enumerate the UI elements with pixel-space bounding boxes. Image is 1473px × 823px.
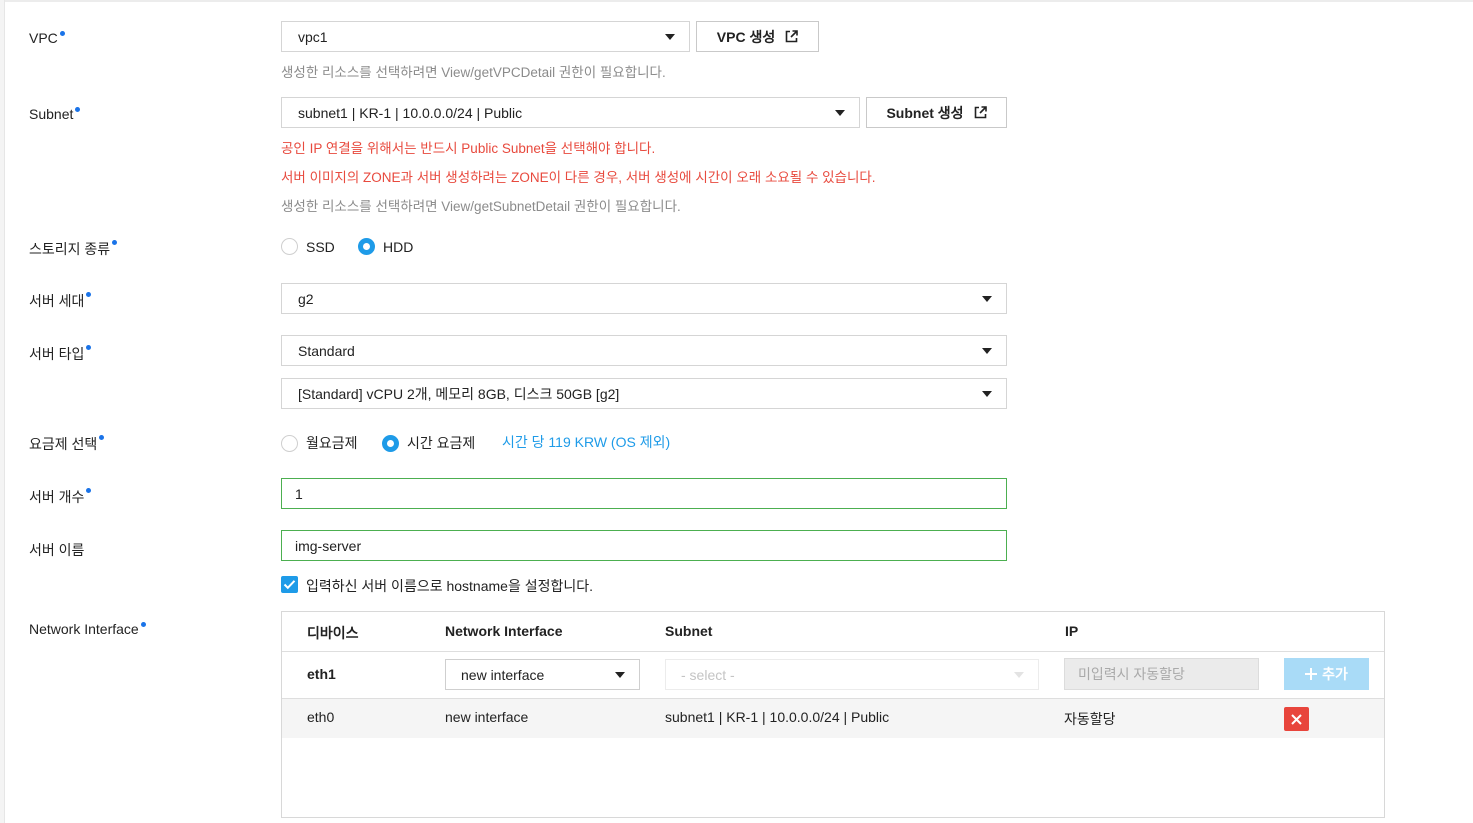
required-dot bbox=[86, 345, 92, 350]
required-dot bbox=[59, 31, 65, 36]
chevron-down-icon bbox=[1014, 672, 1024, 678]
subnet-select-value: subnet1 | KR-1 | 10.0.0.0/24 | Public bbox=[298, 104, 523, 121]
billing-label: 요금제 선택 bbox=[29, 434, 105, 454]
billing-monthly-label: 월요금제 bbox=[306, 435, 358, 451]
required-dot bbox=[86, 488, 92, 493]
subnet-label: Subnet bbox=[29, 106, 81, 122]
vpc-create-button[interactable]: VPC 생성 bbox=[696, 21, 819, 52]
header-subnet: Subnet bbox=[665, 623, 713, 639]
hostname-checkbox[interactable] bbox=[281, 576, 298, 593]
vpc-select[interactable]: vpc1 bbox=[281, 21, 690, 52]
name-label: 서버 이름 bbox=[29, 542, 85, 558]
chevron-down-icon bbox=[982, 348, 992, 354]
storage-option-ssd[interactable]: SSD bbox=[281, 238, 335, 255]
count-label: 서버 개수 bbox=[29, 487, 92, 507]
server-type-label: 서버 타입 bbox=[29, 344, 92, 364]
generation-select-value: g2 bbox=[298, 290, 314, 307]
new-row-device: eth1 bbox=[307, 666, 336, 682]
required-dot bbox=[99, 435, 105, 440]
server-spec-select-value: [Standard] vCPU 2개, 메모리 8GB, 디스크 50GB [g… bbox=[298, 385, 620, 402]
new-row-subnet-placeholder: - select - bbox=[681, 666, 735, 683]
new-row-ip-placeholder: 미입력시 자동할당 bbox=[1078, 666, 1185, 682]
close-icon bbox=[1291, 713, 1302, 725]
radio-monthly[interactable] bbox=[281, 434, 298, 452]
chevron-down-icon bbox=[982, 296, 992, 302]
left-border bbox=[0, 0, 5, 823]
chevron-down-icon bbox=[835, 110, 845, 116]
network-interface-table: 디바이스 Network Interface Subnet IP eth1 ne… bbox=[281, 611, 1385, 818]
plus-icon bbox=[1305, 668, 1318, 680]
radio-ssd[interactable] bbox=[281, 238, 298, 255]
new-row-interface-value: new interface bbox=[461, 666, 545, 683]
vpc-create-label: VPC 생성 bbox=[716, 28, 776, 45]
vpc-help-text: 생성한 리소스를 선택하려면 View/getVPCDetail 권한이 필요합… bbox=[281, 65, 666, 80]
new-row-ip-input[interactable]: 미입력시 자동할당 bbox=[1064, 658, 1259, 690]
hostname-checkbox-label: 입력하신 서버 이름으로 hostname을 설정합니다. bbox=[306, 578, 594, 594]
subnet-select[interactable]: subnet1 | KR-1 | 10.0.0.0/24 | Public bbox=[281, 97, 860, 128]
billing-price: 시간 당 119 KRW (OS 제외) bbox=[502, 434, 671, 450]
top-border bbox=[0, 0, 1473, 2]
external-link-icon bbox=[974, 106, 987, 119]
billing-hourly-label: 시간 요금제 bbox=[407, 435, 476, 451]
generation-label: 서버 세대 bbox=[29, 291, 92, 311]
checkmark-icon bbox=[283, 580, 296, 590]
server-name-value: img-server bbox=[295, 537, 362, 554]
vpc-label: VPC bbox=[29, 30, 65, 46]
external-link-icon bbox=[785, 30, 799, 43]
row-ip: 자동할당 bbox=[1064, 711, 1116, 727]
new-row-interface-select[interactable]: new interface bbox=[445, 659, 640, 690]
header-interface: Network Interface bbox=[445, 623, 563, 639]
header-divider bbox=[282, 651, 1384, 652]
header-ip: IP bbox=[1065, 623, 1079, 639]
server-count-value: 1 bbox=[295, 485, 303, 502]
server-type-select-value: Standard bbox=[298, 342, 355, 359]
subnet-create-label: Subnet 생성 bbox=[886, 104, 964, 121]
radio-hourly[interactable] bbox=[382, 434, 399, 452]
row-interface: new interface bbox=[445, 709, 529, 725]
storage-label: 스토리지 종류 bbox=[29, 239, 118, 259]
subnet-help-text: 생성한 리소스를 선택하려면 View/getSubnetDetail 권한이 … bbox=[281, 199, 681, 214]
required-dot bbox=[86, 292, 92, 297]
row-device: eth0 bbox=[307, 709, 335, 725]
required-dot bbox=[75, 107, 81, 112]
header-device: 디바이스 bbox=[307, 625, 359, 641]
server-spec-select[interactable]: [Standard] vCPU 2개, 메모리 8GB, 디스크 50GB [g… bbox=[281, 378, 1007, 409]
table-row: eth0 new interface subnet1 | KR-1 | 10.0… bbox=[282, 699, 1384, 738]
chevron-down-icon bbox=[615, 672, 625, 678]
subnet-create-button[interactable]: Subnet 생성 bbox=[866, 97, 1007, 128]
server-name-input[interactable]: img-server bbox=[281, 530, 1007, 561]
add-interface-label: 추가 bbox=[1322, 666, 1348, 682]
storage-ssd-label: SSD bbox=[306, 238, 335, 255]
server-count-input[interactable]: 1 bbox=[281, 478, 1007, 509]
vpc-select-value: vpc1 bbox=[298, 28, 328, 45]
chevron-down-icon bbox=[982, 391, 992, 397]
delete-interface-button[interactable] bbox=[1284, 707, 1309, 731]
radio-hdd[interactable] bbox=[358, 238, 375, 255]
server-type-select[interactable]: Standard bbox=[281, 335, 1007, 366]
required-dot bbox=[112, 240, 118, 245]
storage-hdd-label: HDD bbox=[383, 238, 414, 255]
new-row-subnet-select[interactable]: - select - bbox=[665, 659, 1039, 690]
subnet-warning-zone: 서버 이미지의 ZONE과 서버 생성하려는 ZONE이 다른 경우, 서버 생… bbox=[281, 170, 876, 185]
add-interface-button[interactable]: 추가 bbox=[1284, 658, 1369, 690]
billing-option-monthly[interactable]: 월요금제 bbox=[281, 433, 358, 453]
billing-option-hourly[interactable]: 시간 요금제 bbox=[382, 433, 475, 453]
generation-select[interactable]: g2 bbox=[281, 283, 1007, 314]
row-subnet: subnet1 | KR-1 | 10.0.0.0/24 | Public bbox=[665, 709, 890, 725]
subnet-warning-public: 공인 IP 연결을 위해서는 반드시 Public Subnet을 선택해야 합… bbox=[281, 141, 656, 156]
chevron-down-icon bbox=[665, 34, 675, 40]
storage-option-hdd[interactable]: HDD bbox=[358, 238, 413, 255]
required-dot bbox=[140, 622, 146, 627]
network-interface-label: Network Interface bbox=[29, 621, 146, 637]
